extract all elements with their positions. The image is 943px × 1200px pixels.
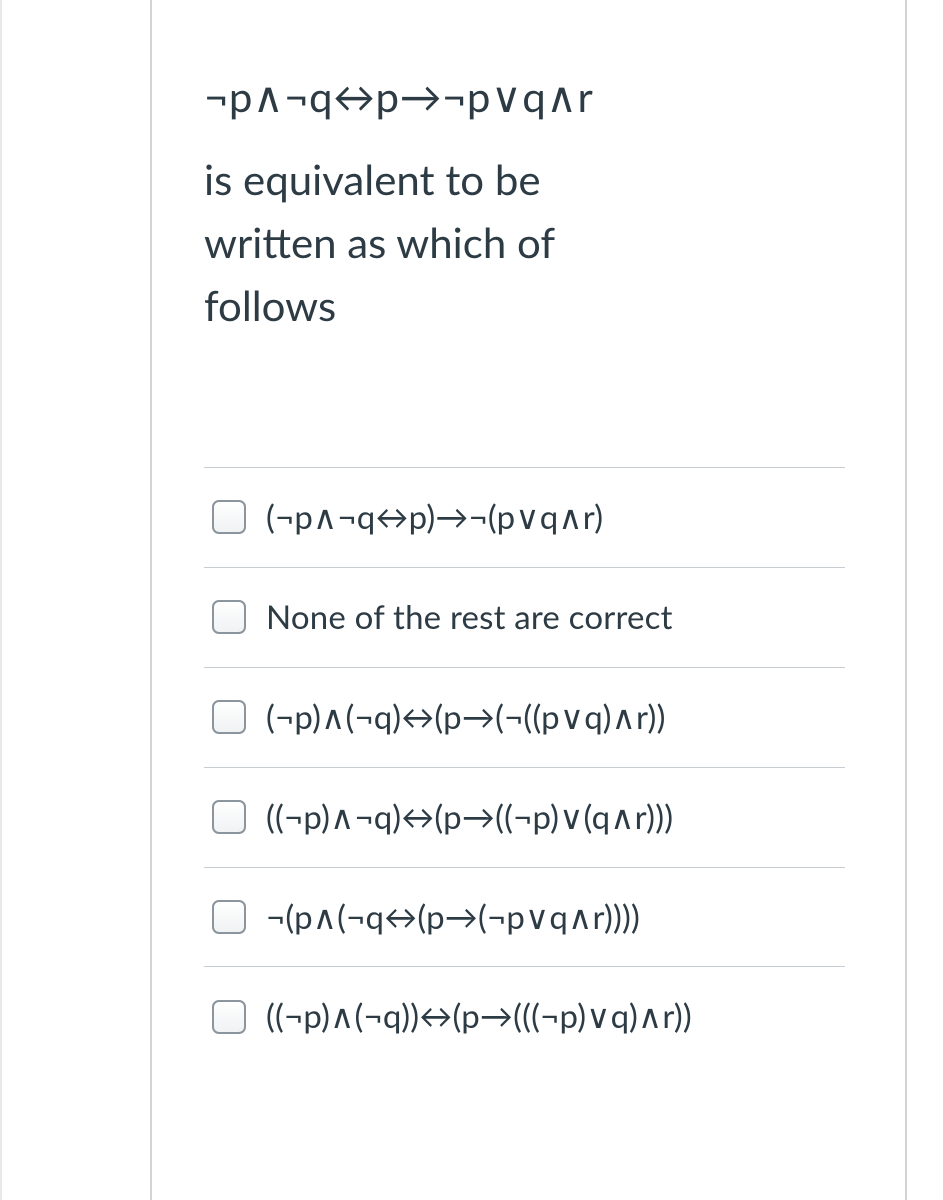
option-row[interactable]: ((¬p)∧(¬q))↔(p→(((¬p)∨q)∧r)) — [204, 967, 845, 1066]
logic-expression: ¬p∧¬q↔p→¬p∨q∧r — [204, 65, 845, 128]
page: ¬p∧¬q↔p→¬p∨q∧r is equivalent to be writt… — [0, 0, 943, 1200]
checkbox-icon[interactable] — [212, 500, 246, 534]
option-label: ((¬p)∧¬q)↔(p→((¬p)∨(q∧r))) — [266, 796, 673, 839]
prompt-line: follows — [204, 274, 845, 337]
prompt-line: written as which of — [204, 211, 845, 274]
option-label: ((¬p)∧(¬q))↔(p→(((¬p)∨q)∧r)) — [266, 995, 692, 1038]
option-row[interactable]: (¬p∧¬q↔p)→¬(p∨q∧r) — [204, 468, 845, 568]
options-list: (¬p∧¬q↔p)→¬(p∨q∧r) None of the rest are … — [204, 467, 845, 1066]
option-label: None of the rest are correct — [266, 596, 673, 639]
option-row[interactable]: (¬p)∧(¬q)↔(p→(¬((p∨q)∧r)) — [204, 668, 845, 768]
option-label: ¬(p∧(¬q↔(p→(¬p∨q∧r)))) — [266, 896, 640, 939]
checkbox-icon[interactable] — [212, 1000, 246, 1034]
option-label: (¬p)∧(¬q)↔(p→(¬((p∨q)∧r)) — [266, 696, 666, 739]
checkbox-icon[interactable] — [212, 900, 246, 934]
checkbox-icon[interactable] — [212, 700, 246, 734]
option-row[interactable]: ¬(p∧(¬q↔(p→(¬p∨q∧r)))) — [204, 868, 845, 968]
prompt-line: is equivalent to be — [204, 148, 845, 211]
question-stem: ¬p∧¬q↔p→¬p∨q∧r is equivalent to be writt… — [204, 65, 845, 337]
option-label: (¬p∧¬q↔p)→¬(p∨q∧r) — [266, 496, 603, 539]
option-row[interactable]: ((¬p)∧¬q)↔(p→((¬p)∨(q∧r))) — [204, 768, 845, 868]
option-row[interactable]: None of the rest are correct — [204, 568, 845, 668]
checkbox-icon[interactable] — [212, 800, 246, 834]
question-card: ¬p∧¬q↔p→¬p∨q∧r is equivalent to be writt… — [150, 0, 907, 1200]
checkbox-icon[interactable] — [212, 600, 246, 634]
